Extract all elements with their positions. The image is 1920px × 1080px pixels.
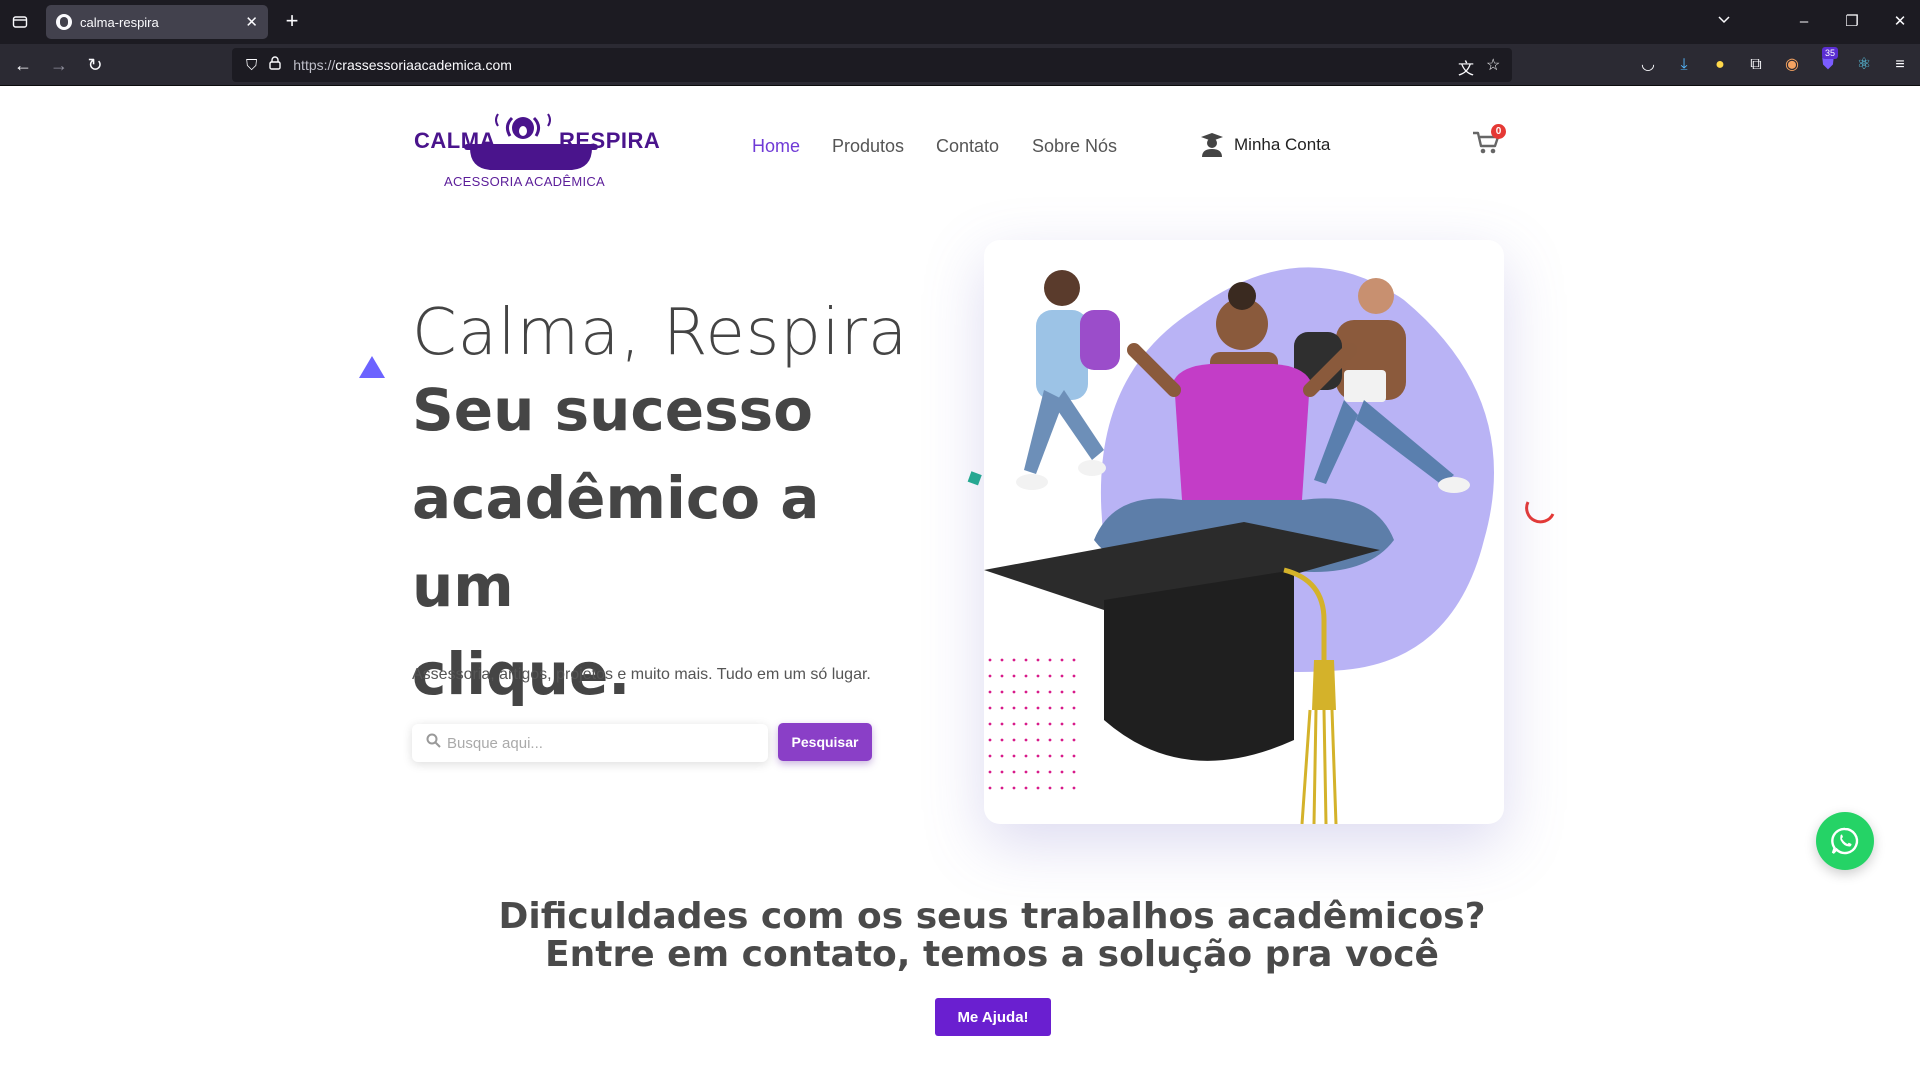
whatsapp-button[interactable]: [1816, 812, 1874, 870]
account-label: Minha Conta: [1234, 135, 1331, 154]
minimize-button[interactable]: –: [1792, 10, 1816, 34]
menu-hamburger-icon[interactable]: ≡: [1888, 53, 1912, 77]
account-link[interactable]: Minha Conta: [1200, 132, 1330, 158]
cart-button[interactable]: 0: [1472, 124, 1506, 160]
list-all-tabs-icon[interactable]: [1712, 10, 1736, 34]
browser-nav-bar: ← → ↻ ⛉ https://crassessoriaacademica.co…: [0, 44, 1920, 86]
cta-heading-line-2: Entre em contato, temos a solução pra vo…: [545, 934, 1439, 975]
search-icon: [426, 733, 441, 753]
nav-contato[interactable]: Contato: [936, 136, 999, 157]
address-bar[interactable]: ⛉ https://crassessoriaacademica.com 文 ☆: [232, 48, 1512, 82]
extension-avatar-icon[interactable]: ●: [1708, 53, 1732, 77]
reload-button[interactable]: ↻: [82, 52, 108, 78]
hero-title-line-1: Seu sucesso: [412, 376, 814, 444]
cta-heading: Dificuldades com os seus trabalhos acadê…: [0, 898, 1920, 974]
tab-title: calma-respira: [80, 14, 159, 30]
close-tab-icon[interactable]: ✕: [245, 13, 258, 31]
site-logo[interactable]: CALMA RESPIRA ACESSORIA ACADÊMICA: [412, 106, 660, 196]
hero-subtitle: Assessoria, artigos, projetos e muito ma…: [412, 666, 871, 683]
nav-produtos[interactable]: Produtos: [832, 136, 904, 157]
close-window-button[interactable]: ✕: [1888, 10, 1912, 34]
hero-title-light: Calma, Respira: [412, 296, 909, 370]
search-input[interactable]: [447, 734, 737, 752]
react-devtools-icon[interactable]: ⚛: [1852, 53, 1876, 77]
pocket-icon[interactable]: ◡: [1636, 53, 1660, 77]
site-favicon-icon: [56, 14, 72, 30]
restore-button[interactable]: ❐: [1840, 10, 1864, 34]
whatsapp-icon: [1831, 827, 1859, 855]
search-button[interactable]: Pesquisar: [778, 723, 872, 761]
translate-icon[interactable]: 文: [1458, 55, 1474, 79]
cart-count-badge: 0: [1491, 124, 1506, 139]
web-page: CALMA RESPIRA ACESSORIA ACADÊMICA Home P…: [0, 86, 1920, 1080]
cta-heading-line-1: Dificuldades com os seus trabalhos acadê…: [498, 896, 1486, 937]
search-box: [412, 724, 768, 762]
new-tab-button[interactable]: +: [280, 10, 304, 34]
user-graduate-icon: [1200, 132, 1224, 158]
nav-home[interactable]: Home: [752, 136, 800, 157]
logo-subtitle: ACESSORIA ACADÊMICA: [444, 174, 606, 189]
tab-list-icon[interactable]: [8, 10, 32, 34]
browser-tab[interactable]: calma-respira ✕: [46, 5, 268, 39]
arc-decoration: [1525, 501, 1555, 524]
back-button[interactable]: ←: [10, 52, 36, 78]
extension-face-icon[interactable]: ◉: [1780, 53, 1804, 77]
bookmark-star-icon[interactable]: ☆: [1486, 55, 1500, 75]
browser-tab-bar: calma-respira ✕ + – ❐ ✕: [0, 0, 1920, 44]
extensions-puzzle-icon[interactable]: ⧉: [1744, 53, 1768, 77]
url-text: https://crassessoriaacademica.com: [293, 57, 512, 73]
square-decoration: [967, 471, 982, 486]
extension-badge: 35: [1822, 47, 1839, 59]
hero-title-line-2: acadêmico a um: [412, 464, 820, 620]
hero-illustration-card: [984, 240, 1504, 824]
downloads-icon[interactable]: ⤓: [1672, 53, 1696, 77]
nav-sobre-nos[interactable]: Sobre Nós: [1032, 136, 1117, 157]
help-button[interactable]: Me Ajuda!: [935, 998, 1051, 1036]
lock-icon[interactable]: [269, 56, 281, 74]
triangle-decoration: [359, 356, 385, 378]
students-illustration: [984, 267, 1494, 824]
forward-button[interactable]: →: [46, 52, 72, 78]
shield-icon[interactable]: ⛉: [246, 57, 257, 74]
